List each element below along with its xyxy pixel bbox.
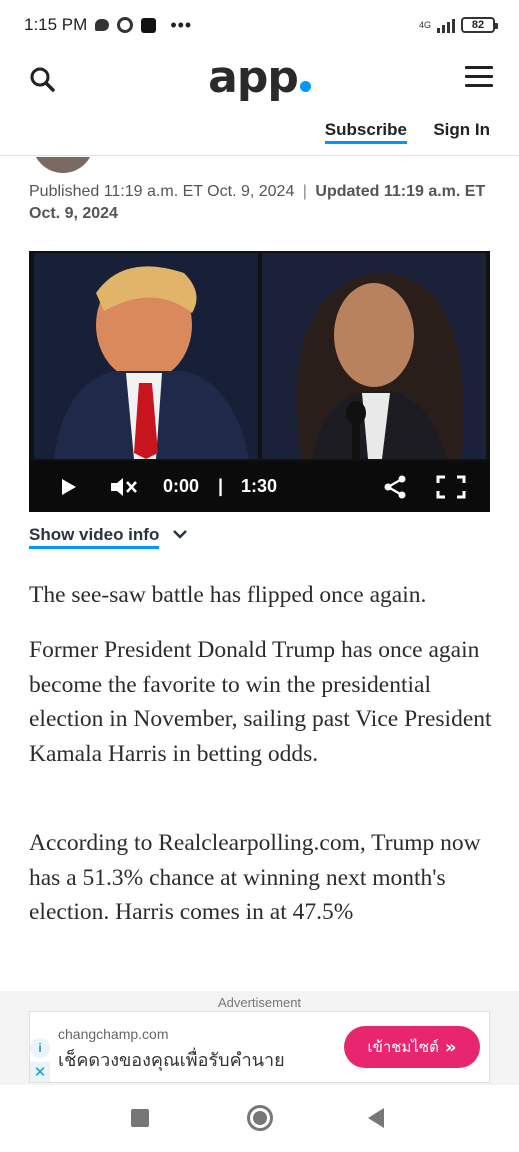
logo-text: app [208, 52, 299, 103]
status-time: 1:15 PM [24, 15, 88, 34]
status-bar: 1:15 PM ••• 4G 82 [0, 0, 519, 50]
right-figure [262, 253, 486, 459]
author-avatar [32, 157, 94, 173]
home-icon[interactable] [247, 1105, 273, 1131]
ad-domain: changchamp.com [58, 1026, 169, 1042]
video-thumbnail-right [262, 253, 486, 459]
video-thumbnail-left [34, 253, 258, 459]
status-left: 1:15 PM ••• [24, 15, 192, 36]
video-current-time: 0:00 [163, 476, 200, 496]
more-notifications-icon: ••• [170, 14, 193, 35]
video-duration: 1:30 [241, 476, 278, 496]
signal-icon [437, 17, 455, 33]
ad-close-icon[interactable]: ✕ [30, 1062, 50, 1082]
published-timestamp: Published 11:19 a.m. ET Oct. 9, 2024 | U… [29, 181, 499, 225]
author-byline [0, 157, 519, 173]
chevron-down-icon[interactable] [172, 528, 188, 540]
ad-visit-site-button[interactable]: เข้าชมไซต์ » [344, 1026, 480, 1068]
network-type: 4G [418, 19, 431, 30]
article-paragraph: Former President Donald Trump has once a… [29, 637, 492, 767]
back-icon[interactable] [368, 1108, 384, 1128]
q-app-icon [117, 17, 134, 33]
ad-label: Advertisement [217, 995, 302, 1010]
article-paragraph: The see-saw battle has flipped once agai… [29, 582, 427, 608]
double-chevron-right-icon: » [444, 1036, 457, 1058]
ad-text: เช็คดวงของคุณเพื่อรับคำนาย [58, 1050, 285, 1071]
hamburger-menu-icon[interactable] [465, 66, 493, 88]
video-time-separator: | [218, 476, 224, 496]
published-label: Published 11:19 a.m. ET Oct. 9, 2024 [29, 183, 295, 200]
site-logo[interactable]: app [0, 52, 519, 103]
video-controls: 0:00 | 1:30 [29, 461, 490, 512]
mute-icon[interactable] [109, 475, 137, 499]
fullscreen-icon[interactable] [436, 475, 466, 499]
play-icon[interactable] [61, 478, 77, 496]
ad-cta-label: เข้าชมไซต์ [367, 1038, 439, 1056]
subscribe-link[interactable]: Subscribe [324, 120, 407, 144]
status-right: 4G 82 [418, 17, 498, 33]
adchoices-info-icon[interactable]: i [30, 1038, 50, 1058]
site-header: app Subscribe Sign In [0, 50, 519, 156]
show-video-info-link[interactable]: Show video info [29, 525, 160, 549]
battery-icon: 82 [461, 17, 498, 33]
recents-icon[interactable] [131, 1109, 149, 1127]
ad-banner[interactable]: changchamp.com เช็คดวงของคุณเพื่อรับคำนา… [29, 1011, 490, 1083]
system-nav-bar [0, 1085, 519, 1152]
logo-dot [299, 81, 311, 92]
left-figure [34, 253, 258, 459]
sign-in-link[interactable]: Sign In [433, 120, 490, 140]
share-icon[interactable] [383, 475, 407, 499]
timestamp-separator: | [302, 183, 307, 200]
chat-bubble-icon [95, 19, 110, 31]
article-paragraph: According to Realclearpolling.com, Trump… [29, 830, 481, 925]
app-square-icon [141, 17, 157, 33]
video-player[interactable]: 0:00 | 1:30 [29, 251, 490, 512]
